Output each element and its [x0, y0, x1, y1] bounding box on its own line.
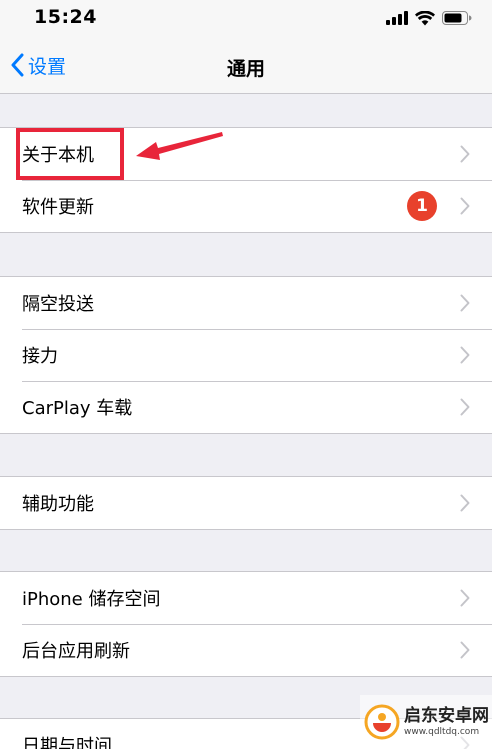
chevron-right-icon [460, 641, 470, 659]
page-title: 通用 [226, 58, 265, 80]
row-software-update[interactable]: 软件更新 1 [0, 180, 492, 232]
watermark-logo-icon [364, 704, 400, 740]
row-background-app-refresh[interactable]: 后台应用刷新 [0, 624, 492, 676]
battery-icon [442, 11, 472, 25]
chevron-right-icon [460, 145, 470, 163]
cellular-signal-icon [386, 11, 408, 25]
status-icons [386, 8, 472, 28]
chevron-right-icon [460, 398, 470, 416]
settings-group-continuity: 隔空投送 接力 CarPlay 车载 [0, 276, 492, 434]
chevron-right-icon [460, 589, 470, 607]
watermark-text: 启东安卓网 www.qdltdq.com [404, 706, 489, 738]
wifi-icon [415, 10, 435, 25]
settings-group-storage: iPhone 储存空间 后台应用刷新 [0, 571, 492, 677]
row-label: 日期与时间 [22, 736, 112, 749]
status-time: 15:24 [34, 6, 97, 28]
annotation-highlight-box [16, 128, 124, 180]
row-handoff[interactable]: 接力 [0, 329, 492, 381]
annotation-arrow-icon [136, 132, 223, 160]
update-count-badge: 1 [407, 191, 437, 221]
status-bar: 15:24 [0, 0, 492, 36]
watermark-url: www.qdltdq.com [404, 727, 480, 737]
settings-group-accessibility: 辅助功能 [0, 476, 492, 530]
watermark: 启东安卓网 www.qdltdq.com [360, 695, 492, 749]
row-label: 后台应用刷新 [22, 641, 130, 662]
chevron-right-icon [460, 346, 470, 364]
row-accessibility[interactable]: 辅助功能 [0, 477, 492, 529]
chevron-right-icon [460, 294, 470, 312]
row-iphone-storage[interactable]: iPhone 储存空间 [0, 572, 492, 624]
row-airdrop[interactable]: 隔空投送 [0, 277, 492, 329]
row-label: 辅助功能 [22, 494, 94, 515]
row-carplay[interactable]: CarPlay 车载 [0, 381, 492, 433]
navigation-bar: 设置 通用 [0, 36, 492, 94]
row-label: iPhone 储存空间 [22, 589, 161, 610]
watermark-brand: 启东安卓网 [404, 706, 489, 726]
chevron-right-icon [460, 197, 470, 215]
row-label: CarPlay 车载 [22, 398, 133, 419]
row-label: 接力 [22, 346, 58, 367]
settings-general-screen: 15:24 设置 通用 关于本机 软件更新 1 隔空投送 接力 CarPlay … [0, 0, 492, 749]
row-label: 隔空投送 [22, 294, 94, 315]
row-label: 软件更新 [22, 197, 94, 218]
chevron-right-icon [460, 494, 470, 512]
